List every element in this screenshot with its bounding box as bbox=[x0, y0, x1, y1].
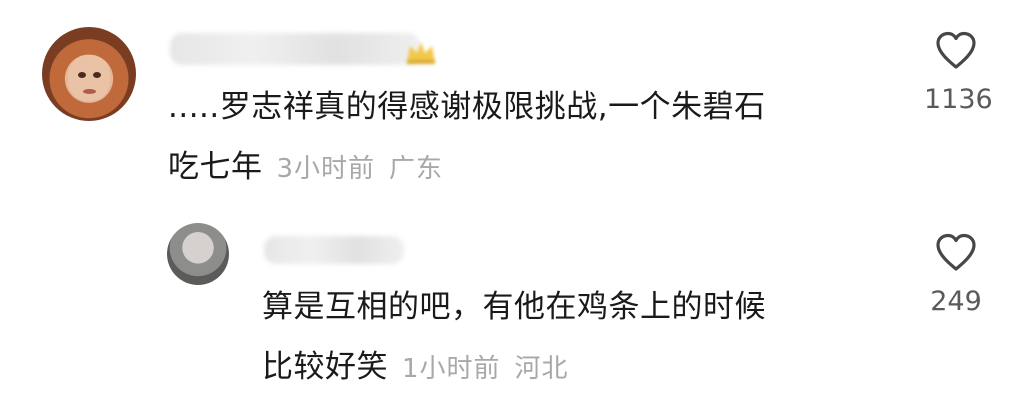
reply-like-count: 249 bbox=[930, 286, 982, 317]
comment-time: 3小时前 bbox=[276, 154, 376, 184]
avatar-eye-right bbox=[93, 72, 101, 78]
reply-like-button[interactable]: 249 bbox=[924, 232, 988, 317]
reply-time: 1小时前 bbox=[402, 354, 501, 384]
heart-outline-icon[interactable] bbox=[934, 232, 978, 272]
comment-text-line-2-content: 吃七年 bbox=[168, 149, 263, 185]
avatar-mouth bbox=[83, 89, 96, 94]
reply-text-line-2-content: 比较好笑 bbox=[262, 349, 388, 385]
comment-text-line-1: .....罗志祥真的得感谢极限挑战,一个朱碧石 bbox=[168, 89, 766, 125]
username-blurred[interactable] bbox=[170, 33, 420, 65]
avatar-face bbox=[68, 55, 110, 101]
like-count: 1136 bbox=[924, 84, 993, 115]
reply-username-blurred[interactable] bbox=[264, 236, 404, 264]
reply-location: 河北 bbox=[514, 354, 569, 384]
reply-avatar[interactable] bbox=[167, 223, 229, 285]
avatar-eye-left bbox=[78, 72, 86, 78]
like-button[interactable]: 1136 bbox=[924, 30, 993, 115]
avatar[interactable] bbox=[42, 27, 136, 121]
comment-location: 广东 bbox=[389, 154, 444, 184]
reply-text-line-1: 算是互相的吧，有他在鸡条上的时候 bbox=[262, 289, 766, 325]
comment-text-line-2: 吃七年 3小时前 广东 bbox=[168, 138, 443, 198]
heart-outline-icon[interactable] bbox=[934, 30, 978, 70]
reply-text-line-2: 比较好笑 1小时前 河北 bbox=[262, 338, 569, 398]
crown-badge-icon bbox=[407, 42, 435, 64]
